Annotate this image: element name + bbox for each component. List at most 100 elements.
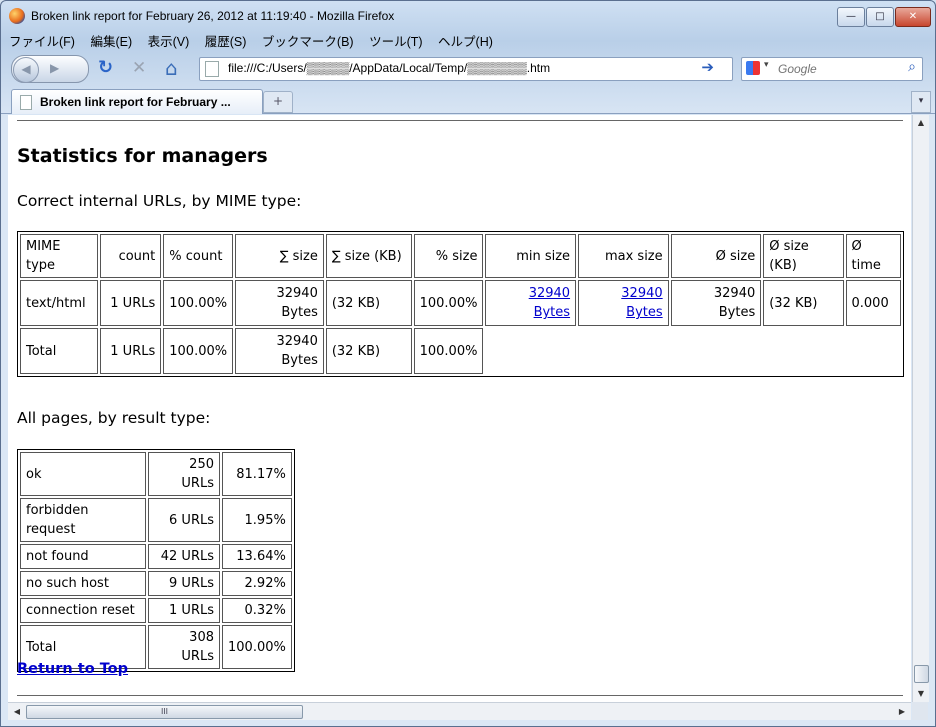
go-arrow-icon[interactable]: ➔ xyxy=(701,58,714,76)
header-cell: min size xyxy=(485,234,577,278)
table-row: forbidden request 6 URLs 1.95% xyxy=(20,498,292,542)
cell-min-size: 32940 Bytes xyxy=(485,280,577,326)
back-forward-group: ◀ ▶ xyxy=(11,55,89,83)
scroll-left-icon[interactable]: ◀ xyxy=(10,705,24,718)
table-row: no such host 9 URLs 2.92% xyxy=(20,571,292,596)
horizontal-scrollbar[interactable]: ◀ III ▶ xyxy=(8,702,911,720)
header-cell: Ø size (KB) xyxy=(763,234,844,278)
section-title-results: All pages, by result type: xyxy=(17,409,211,427)
cell-total-sum-size: 32940 Bytes xyxy=(235,328,324,374)
title-bar: Broken link report for February 26, 2012… xyxy=(1,1,935,31)
cell-max-size: 32940 Bytes xyxy=(578,280,669,326)
page-icon xyxy=(20,95,32,110)
browser-window: Broken link report for February 26, 2012… xyxy=(0,0,936,727)
scroll-right-icon[interactable]: ▶ xyxy=(895,705,909,718)
new-tab-button[interactable]: + xyxy=(263,91,293,113)
menu-view[interactable]: 表示(V) xyxy=(148,31,190,50)
window-title: Broken link report for February 26, 2012… xyxy=(31,9,395,23)
max-size-link[interactable]: 32940 Bytes xyxy=(621,286,662,320)
cell-result-pct: 100.00% xyxy=(222,625,292,669)
vertical-scrollbar[interactable]: ▲ ▼ xyxy=(912,115,929,702)
navigation-toolbar: ◀ ▶ ↻ ✕ ⌂ file:///C:/Users/▒▒▒▒▒/AppData… xyxy=(1,53,935,85)
menu-edit[interactable]: 編集(E) xyxy=(90,31,132,50)
page-content: Statistics for managers Correct internal… xyxy=(8,115,911,702)
divider xyxy=(17,120,903,121)
min-size-link[interactable]: 32940 Bytes xyxy=(529,286,570,320)
cell-pct-count: 100.00% xyxy=(163,280,234,326)
back-arrow-icon[interactable]: ◀ xyxy=(13,57,39,83)
cell-result-label: forbidden request xyxy=(20,498,146,542)
header-cell: Ø size xyxy=(670,234,762,278)
cell-result-count: 308 URLs xyxy=(148,625,220,669)
cell-result-label: no such host xyxy=(20,571,146,596)
menu-bar: ファイル(F) 編集(E) 表示(V) 履歴(S) ブックマーク(B) ツール(… xyxy=(9,31,505,51)
cell-avg-time: 0.000 xyxy=(845,280,901,326)
header-cell: count xyxy=(100,234,162,278)
menu-file[interactable]: ファイル(F) xyxy=(9,31,75,50)
cell-result-label: connection reset xyxy=(20,598,146,623)
section-title-mime: Correct internal URLs, by MIME type: xyxy=(17,192,302,210)
cell-result-pct: 2.92% xyxy=(222,571,292,596)
header-cell: Ø time xyxy=(845,234,901,278)
google-icon[interactable] xyxy=(746,61,760,75)
header-cell: ∑ size (KB) xyxy=(325,234,412,278)
stop-icon[interactable]: ✕ xyxy=(132,58,146,78)
page-icon xyxy=(205,61,219,77)
cell-result-pct: 1.95% xyxy=(222,498,292,542)
scrollbar-corner xyxy=(912,702,928,720)
firefox-icon xyxy=(9,8,25,24)
tab-label: Broken link report for February ... xyxy=(40,95,231,109)
cell-result-count: 250 URLs xyxy=(148,452,220,496)
cell-result-pct: 0.32% xyxy=(222,598,292,623)
home-icon[interactable]: ⌂ xyxy=(165,58,178,78)
menu-tools[interactable]: ツール(T) xyxy=(369,31,422,50)
header-cell: ∑ size xyxy=(235,234,324,278)
url-bar[interactable]: file:///C:/Users/▒▒▒▒▒/AppData/Local/Tem… xyxy=(199,57,733,81)
cell-sum-kb: (32 KB) xyxy=(325,280,412,326)
url-text[interactable]: file:///C:/Users/▒▒▒▒▒/AppData/Local/Tem… xyxy=(228,61,550,75)
header-cell: % size xyxy=(413,234,484,278)
search-box[interactable]: ▾ ⌕ xyxy=(741,57,923,81)
search-icon[interactable]: ⌕ xyxy=(908,59,916,75)
header-cell: MIME type xyxy=(20,234,99,278)
cell-result-count: 9 URLs xyxy=(148,571,220,596)
forward-arrow-icon[interactable]: ▶ xyxy=(50,61,59,75)
maximize-button[interactable]: □ xyxy=(866,7,894,27)
vertical-scroll-thumb[interactable] xyxy=(914,665,929,683)
divider xyxy=(17,695,903,696)
mime-type-table: MIME type count % count ∑ size ∑ size (K… xyxy=(17,231,904,377)
scroll-down-icon[interactable]: ▼ xyxy=(914,687,928,701)
cell-total-pct-count: 100.00% xyxy=(163,328,234,374)
reload-icon[interactable]: ↻ xyxy=(98,58,113,78)
return-to-top-link[interactable]: Return to Top xyxy=(17,661,128,677)
cell-result-count: 6 URLs xyxy=(148,498,220,542)
tab-list-button[interactable]: ▾ xyxy=(911,91,931,113)
cell-total-label: Total xyxy=(20,328,99,374)
search-engine-dropdown-icon[interactable]: ▾ xyxy=(764,60,769,70)
table-total-row: Total 1 URLs 100.00% 32940 Bytes (32 KB)… xyxy=(20,328,901,374)
menu-help[interactable]: ヘルプ(H) xyxy=(438,31,493,50)
table-row: ok 250 URLs 81.17% xyxy=(20,452,292,496)
horizontal-scroll-thumb[interactable]: III xyxy=(26,705,303,719)
page-heading: Statistics for managers xyxy=(17,145,268,167)
cell-pct-size: 100.00% xyxy=(413,280,484,326)
empty-cell xyxy=(485,328,901,374)
table-row: connection reset 1 URLs 0.32% xyxy=(20,598,292,623)
cell-total-count: 1 URLs xyxy=(100,328,162,374)
cell-total-pct-size: 100.00% xyxy=(413,328,484,374)
cell-avg-size: 32940 Bytes xyxy=(670,280,762,326)
table-row: text/html 1 URLs 100.00% 32940 Bytes (32… xyxy=(20,280,901,326)
close-button[interactable]: ✕ xyxy=(895,7,931,27)
search-input[interactable] xyxy=(776,60,900,78)
cell-result-count: 42 URLs xyxy=(148,544,220,569)
cell-result-pct: 13.64% xyxy=(222,544,292,569)
tab-broken-link-report[interactable]: Broken link report for February ... xyxy=(11,89,263,114)
table-header-row: MIME type count % count ∑ size ∑ size (K… xyxy=(20,234,901,278)
scroll-up-icon[interactable]: ▲ xyxy=(914,116,928,130)
menu-history[interactable]: 履歴(S) xyxy=(205,31,247,50)
minimize-button[interactable]: — xyxy=(837,7,865,27)
tab-strip: Broken link report for February ... + ▾ xyxy=(1,87,935,114)
cell-result-pct: 81.17% xyxy=(222,452,292,496)
cell-mime-type: text/html xyxy=(20,280,99,326)
menu-bookmarks[interactable]: ブックマーク(B) xyxy=(262,31,354,50)
